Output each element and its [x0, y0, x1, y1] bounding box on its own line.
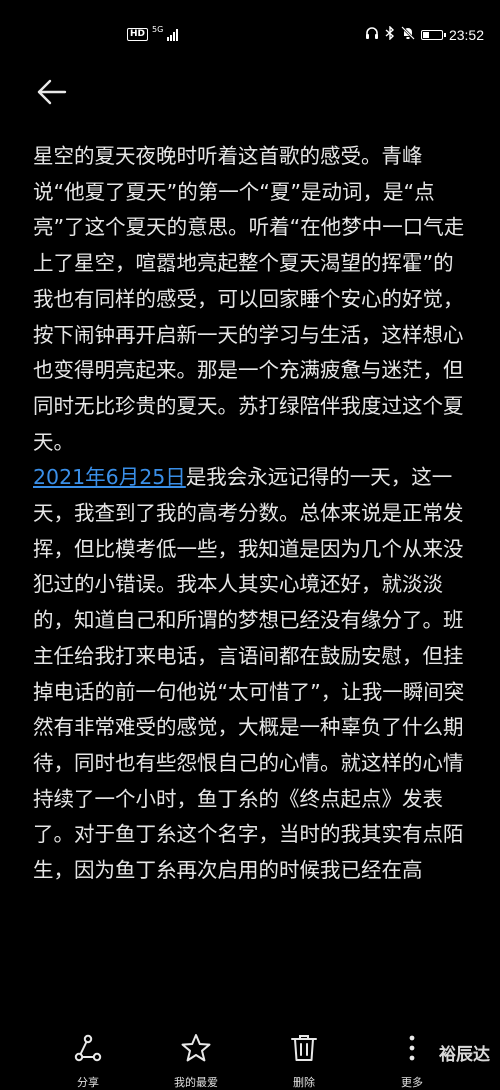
share-icon — [74, 1032, 102, 1064]
star-icon — [181, 1032, 211, 1064]
arrow-left-icon — [37, 79, 67, 105]
battery-icon — [420, 30, 446, 40]
clock: 23:52 — [448, 27, 484, 43]
back-button[interactable] — [32, 72, 72, 112]
mute-bell-icon — [401, 26, 415, 44]
share-button[interactable]: 分享 — [48, 1032, 128, 1090]
favorite-label: 我的最爱 — [174, 1076, 218, 1089]
more-label: 更多 — [401, 1076, 423, 1089]
date-link[interactable]: 2021年6月25日 — [33, 465, 186, 489]
note-content[interactable]: 星空的夏天夜晚时听着这首歌的感受。青峰说“他夏了夏天”的第一个“夏”是动词，是“… — [33, 139, 471, 1034]
signal-icon — [167, 28, 179, 41]
trash-icon — [290, 1032, 318, 1064]
more-vertical-icon — [407, 1032, 417, 1064]
status-right: 23:52 — [365, 25, 484, 44]
delete-button[interactable]: 删除 — [264, 1032, 344, 1090]
favorite-button[interactable]: 我的最爱 — [156, 1032, 236, 1090]
paragraph-2-text: 是我会永远记得的一天，这一天，我查到了我的高考分数。总体来说是正常发挥，但比模考… — [33, 465, 465, 883]
hd-badge: HD — [127, 28, 149, 41]
status-bar: HD 5G 23:52 — [0, 0, 500, 60]
watermark-text: 裕辰达 — [439, 1045, 490, 1065]
status-left: HD 5G — [127, 25, 179, 41]
bluetooth-icon — [385, 25, 395, 44]
headphones-icon — [365, 26, 379, 44]
paragraph-1: 星空的夏天夜晚时听着这首歌的感受。青峰说“他夏了夏天”的第一个“夏”是动词，是“… — [33, 144, 465, 454]
network-type: 5G — [152, 25, 164, 34]
battery-fill — [422, 32, 429, 38]
share-label: 分享 — [77, 1076, 99, 1089]
delete-label: 删除 — [293, 1076, 315, 1089]
bottom-toolbar: 分享 我的最爱 删除 更多 — [0, 1028, 500, 1089]
paragraph-2: 2021年6月25日是我会永远记得的一天，这一天，我查到了我的高考分数。总体来说… — [33, 460, 471, 888]
